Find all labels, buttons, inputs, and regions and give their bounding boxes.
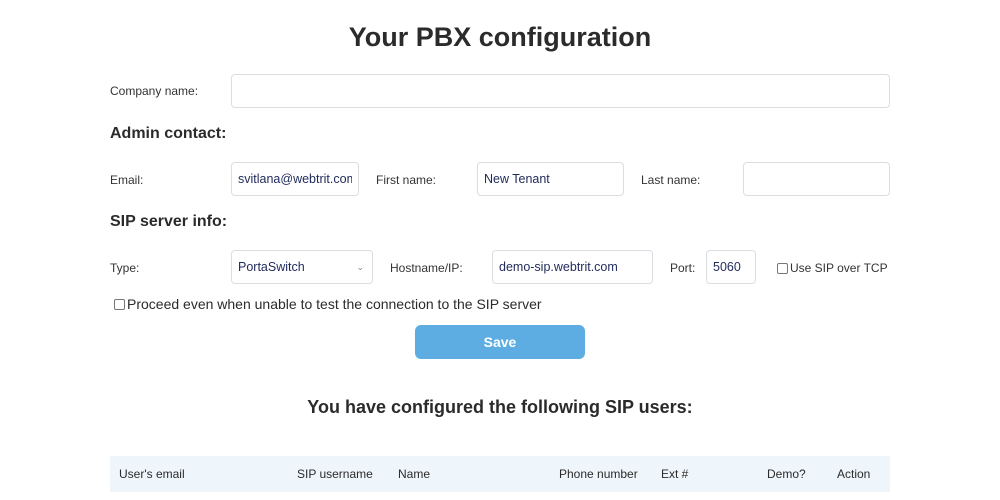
sip-over-tcp-option[interactable]: Use SIP over TCP (777, 261, 888, 275)
email-label: Email: (110, 173, 144, 187)
sip-users-heading: You have configured the following SIP us… (307, 397, 693, 417)
hostname-label: Hostname/IP: (390, 261, 463, 275)
last-name-input[interactable] (743, 162, 890, 196)
port-label: Port: (670, 261, 696, 275)
sip-users-table-header: User's email SIP username Name Phone num… (110, 456, 890, 492)
column-header-email: User's email (119, 467, 185, 481)
admin-contact-heading: Admin contact: (110, 125, 227, 142)
email-input[interactable] (231, 162, 359, 196)
proceed-label: Proceed even when unable to test the con… (127, 296, 542, 312)
proceed-option[interactable]: Proceed even when unable to test the con… (114, 296, 542, 312)
save-button[interactable]: Save (415, 325, 585, 359)
server-type-select[interactable]: PortaSwitch ⌄ (231, 250, 373, 284)
column-header-ext: Ext # (661, 467, 689, 481)
chevron-down-icon: ⌄ (356, 261, 364, 272)
sip-over-tcp-checkbox[interactable] (777, 262, 788, 274)
company-name-label: Company name: (110, 84, 199, 98)
first-name-input[interactable] (477, 162, 624, 196)
proceed-checkbox[interactable] (114, 298, 125, 310)
first-name-label: First name: (376, 173, 437, 187)
type-label: Type: (110, 261, 140, 275)
sip-over-tcp-label: Use SIP over TCP (790, 261, 888, 275)
column-header-action: Action (837, 467, 871, 481)
port-input[interactable] (706, 250, 756, 284)
last-name-label: Last name: (641, 173, 701, 187)
hostname-input[interactable] (492, 250, 653, 284)
sip-server-heading: SIP server info: (110, 213, 228, 230)
column-header-demo: Demo? (767, 467, 806, 481)
column-header-phone-number: Phone number (559, 467, 638, 481)
page-title: Your PBX configuration (348, 22, 652, 52)
server-type-value: PortaSwitch (238, 260, 305, 274)
company-name-input[interactable] (231, 74, 890, 108)
column-header-sip-username: SIP username (297, 467, 373, 481)
column-header-name: Name (398, 467, 431, 481)
